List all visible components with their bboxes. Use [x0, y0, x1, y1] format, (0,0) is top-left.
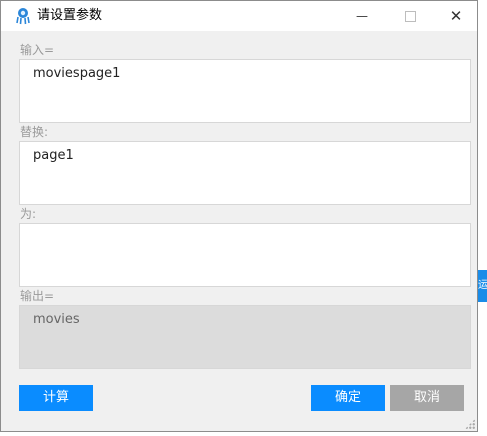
cancel-button[interactable]: 取消	[390, 385, 464, 411]
title-bar: 请设置参数 — ✕	[1, 1, 477, 31]
compute-button[interactable]: 计算	[19, 385, 93, 411]
input-label: 输入=	[20, 43, 55, 57]
replace-field[interactable]	[19, 223, 471, 287]
maximize-button[interactable]	[387, 1, 433, 31]
background-window-strip: 运	[478, 270, 487, 302]
dialog-window: 请设置参数 — ✕ 输入= moviespage1 替换: page1 为: 输…	[0, 0, 478, 432]
close-icon: ✕	[449, 7, 463, 25]
input-field[interactable]: moviespage1	[19, 59, 471, 123]
confirm-button[interactable]: 确定	[311, 385, 385, 411]
find-field[interactable]: page1	[19, 141, 471, 205]
minimize-icon: —	[356, 9, 368, 23]
output-label: 输出=	[20, 289, 55, 303]
replace-label: 为:	[20, 207, 37, 221]
maximize-icon	[404, 10, 416, 22]
window-title: 请设置参数	[37, 8, 103, 23]
background-partial-text: 运	[478, 280, 487, 291]
find-label: 替换:	[20, 125, 49, 139]
output-field: movies	[19, 305, 471, 369]
app-logo-icon	[16, 8, 30, 25]
close-button[interactable]: ✕	[433, 1, 479, 31]
minimize-button[interactable]: —	[339, 1, 385, 31]
resize-grip[interactable]	[465, 419, 475, 429]
